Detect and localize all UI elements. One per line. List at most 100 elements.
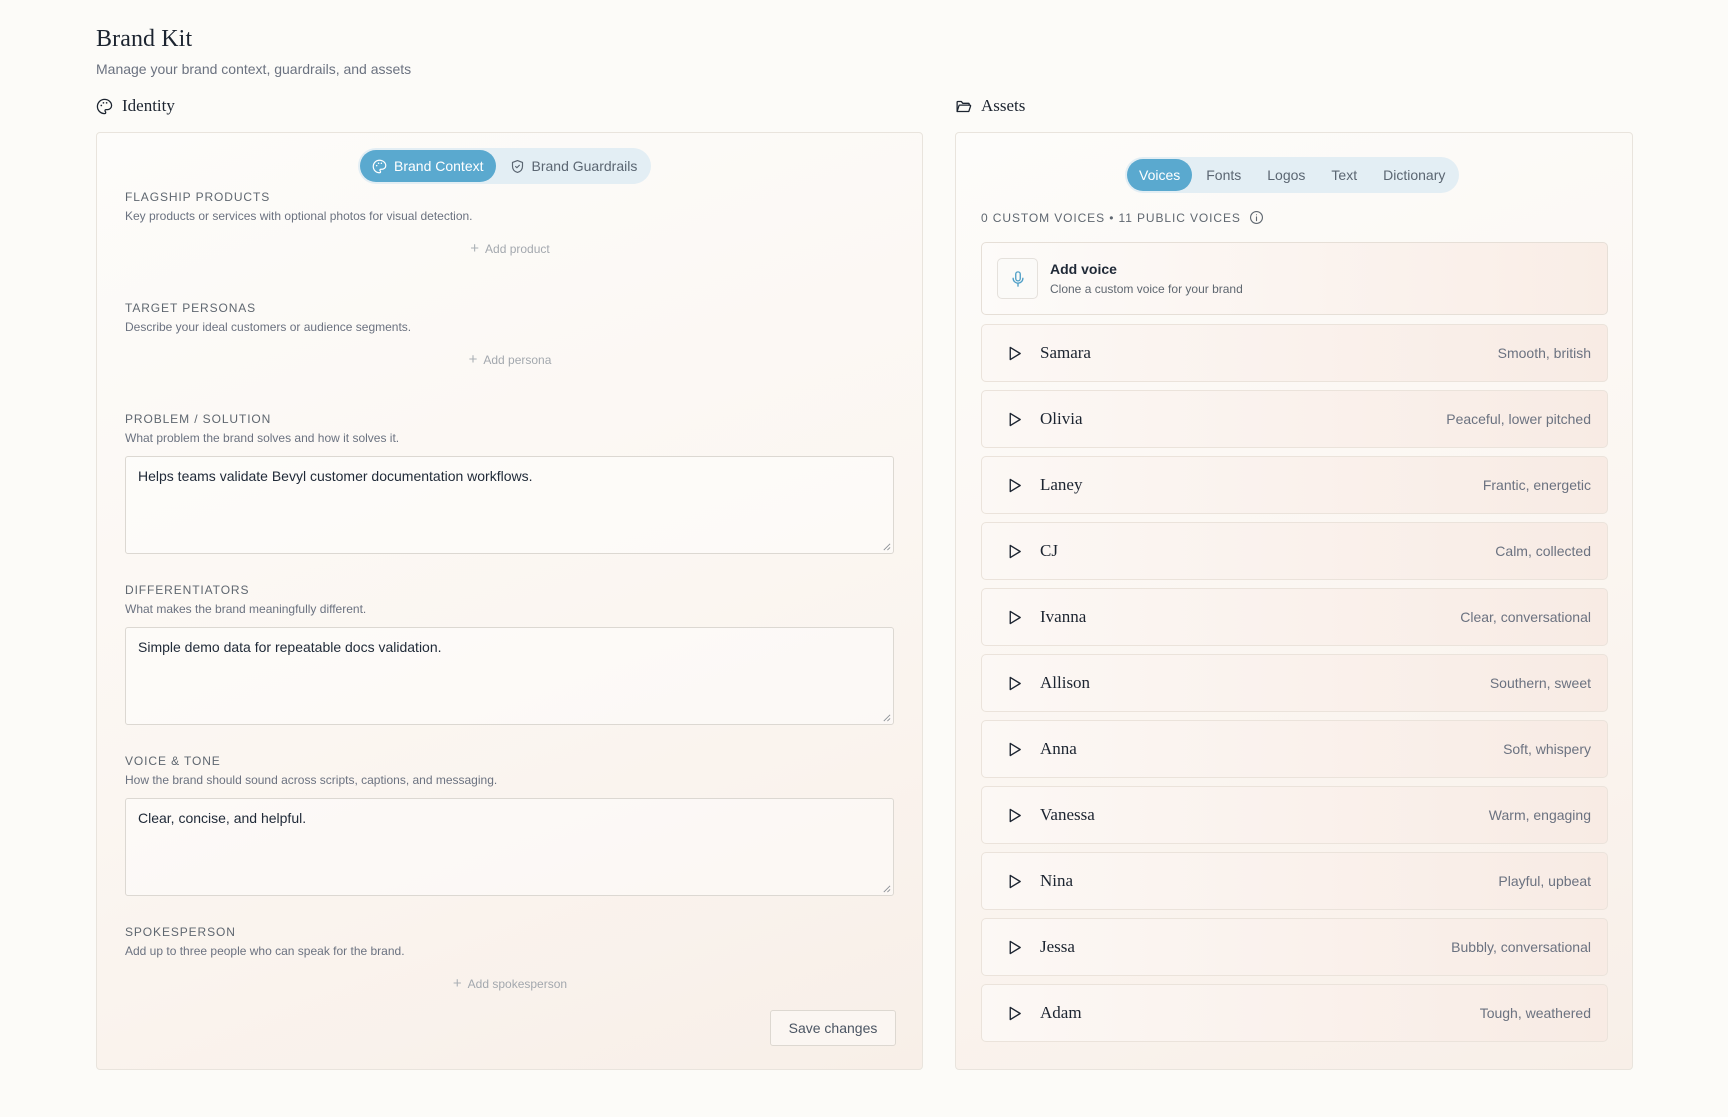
voice-row[interactable]: Ivanna Clear, conversational [981,588,1608,646]
resize-grip-icon[interactable] [882,713,891,722]
voice-row[interactable]: Samara Smooth, british [981,324,1608,382]
flagship-products-section: FLAGSHIP PRODUCTS Key products or servic… [125,190,895,256]
voice-name: Ivanna [1040,607,1087,626]
voice-list: Samara Smooth, british Olivia Peaceful, low… [981,324,1608,1050]
plus-icon: + [468,351,478,368]
differentiators-textarea[interactable]: Simple demo data for repeatable docs val… [125,627,894,725]
play-icon[interactable] [1006,345,1023,362]
add-persona-button[interactable]: + Add persona [125,352,895,367]
save-changes-button[interactable]: Save changes [770,1010,896,1046]
voice-name: CJ [1040,541,1058,560]
assets-heading: Assets [955,96,1025,116]
voice-name: Adam [1040,1003,1082,1022]
page-subtitle: Manage your brand context, guardrails, a… [96,61,412,77]
voice-description: Playful, upbeat [1498,873,1591,889]
add-spokesperson-label: Add spokesperson [467,976,568,991]
tab-fonts[interactable]: Fonts [1194,159,1253,191]
play-icon[interactable] [1006,807,1023,824]
play-icon[interactable] [1006,543,1023,560]
voice-tone-textarea[interactable]: Clear, concise, and helpful. [125,798,894,896]
add-voice-subtitle: Clone a custom voice for your brand [1050,282,1243,296]
microphone-icon [1011,270,1024,287]
voice-name: Samara [1040,343,1091,362]
info-icon[interactable] [1249,210,1264,225]
microphone-icon-box [997,258,1038,299]
voice-row[interactable]: Allison Southern, sweet [981,654,1608,712]
voice-name: Anna [1040,739,1077,758]
problem-solution-help: What problem the brand solves and how it… [125,431,400,445]
voice-tone-label: VOICE & TONE [125,754,221,768]
shield-icon [511,159,523,173]
voice-description: Clear, conversational [1460,609,1591,625]
plus-icon: + [470,240,480,257]
page-header: Brand Kit Manage your brand context, gua… [96,26,411,77]
spokesperson-label: SPOKESPERSON [125,925,236,939]
differentiators-section: DIFFERENTIATORS What makes the brand mea… [125,583,895,725]
voice-row[interactable]: Jessa Bubbly, conversational [981,918,1608,976]
voice-description: Bubbly, conversational [1451,939,1591,955]
voices-count-label: 0 CUSTOM VOICES • 11 PUBLIC VOICES [981,210,1241,225]
tab-brand-guardrails[interactable]: Brand Guardrails [498,150,650,182]
voice-row[interactable]: Anna Soft, whispery [981,720,1608,778]
voice-row[interactable]: Nina Playful, upbeat [981,852,1608,910]
play-icon[interactable] [1006,939,1023,956]
folder-open-icon [956,100,972,112]
palette-icon [372,159,387,173]
add-spokesperson-button[interactable]: + Add spokesperson [125,976,895,991]
identity-heading: Identity [96,96,175,116]
add-product-label: Add product [485,241,550,256]
add-voice-button[interactable]: Add voice Clone a custom voice for your … [981,242,1608,315]
add-product-button[interactable]: + Add product [125,241,895,256]
play-icon[interactable] [1006,675,1023,692]
problem-solution-section: PROBLEM / SOLUTION What problem the bran… [125,412,895,554]
voices-count: 0 CUSTOM VOICES • 11 PUBLIC VOICES [981,210,1264,225]
voice-description: Smooth, british [1497,345,1591,361]
differentiators-help: What makes the brand meaningfully differ… [125,602,367,616]
differentiators-value: Simple demo data for repeatable docs val… [138,639,442,655]
tab-logos[interactable]: Logos [1255,159,1317,191]
resize-grip-icon[interactable] [882,542,891,551]
tab-brand-context[interactable]: Brand Context [360,150,496,182]
assets-tab-group: Voices Fonts Logos Text Dictionary [1125,157,1460,193]
voice-description: Tough, weathered [1479,1005,1591,1021]
voice-name: Olivia [1040,409,1083,428]
play-icon[interactable] [1006,477,1023,494]
voice-name: Laney [1040,475,1083,494]
differentiators-label: DIFFERENTIATORS [125,583,250,597]
voice-description: Frantic, energetic [1482,477,1591,493]
tab-brand-guardrails-label: Brand Guardrails [531,158,638,174]
add-voice-title: Add voice [1050,261,1117,277]
play-icon[interactable] [1006,411,1023,428]
spokesperson-help: Add up to three people who can speak for… [125,944,405,958]
voice-name: Nina [1040,871,1074,890]
problem-solution-textarea[interactable]: Helps teams validate Bevyl customer docu… [125,456,894,554]
voice-tone-help: How the brand should sound across script… [125,773,498,787]
play-icon[interactable] [1006,609,1023,626]
identity-heading-label: Identity [122,96,175,115]
voice-row[interactable]: Adam Tough, weathered [981,984,1608,1042]
resize-grip-icon[interactable] [882,884,891,893]
palette-icon [96,98,113,114]
play-icon[interactable] [1006,1005,1023,1022]
tab-voices[interactable]: Voices [1127,159,1193,191]
problem-solution-label: PROBLEM / SOLUTION [125,412,272,426]
voice-name: Jessa [1040,937,1075,956]
voice-description: Southern, sweet [1489,675,1591,691]
voice-row[interactable]: Olivia Peaceful, lower pitched [981,390,1608,448]
brand-context-form[interactable]: FLAGSHIP PRODUCTS Key products or servic… [125,190,895,991]
play-icon[interactable] [1006,741,1023,758]
voice-row[interactable]: CJ Calm, collected [981,522,1608,580]
spokesperson-section: SPOKESPERSON Add up to three people who … [125,925,895,991]
voice-name: Vanessa [1040,805,1095,824]
voice-row[interactable]: Vanessa Warm, engaging [981,786,1608,844]
identity-panel: Brand Context Brand Guardrails FLAGSHIP … [96,132,923,1070]
flagship-products-label: FLAGSHIP PRODUCTS [125,190,271,204]
tab-dictionary[interactable]: Dictionary [1371,159,1457,191]
play-icon[interactable] [1006,873,1023,890]
assets-heading-label: Assets [981,96,1026,115]
page-title: Brand Kit [96,26,193,52]
voice-row[interactable]: Laney Frantic, energetic [981,456,1608,514]
flagship-products-help: Key products or services with optional p… [125,209,473,223]
tab-text[interactable]: Text [1319,159,1369,191]
voice-tone-value: Clear, concise, and helpful. [138,810,307,826]
